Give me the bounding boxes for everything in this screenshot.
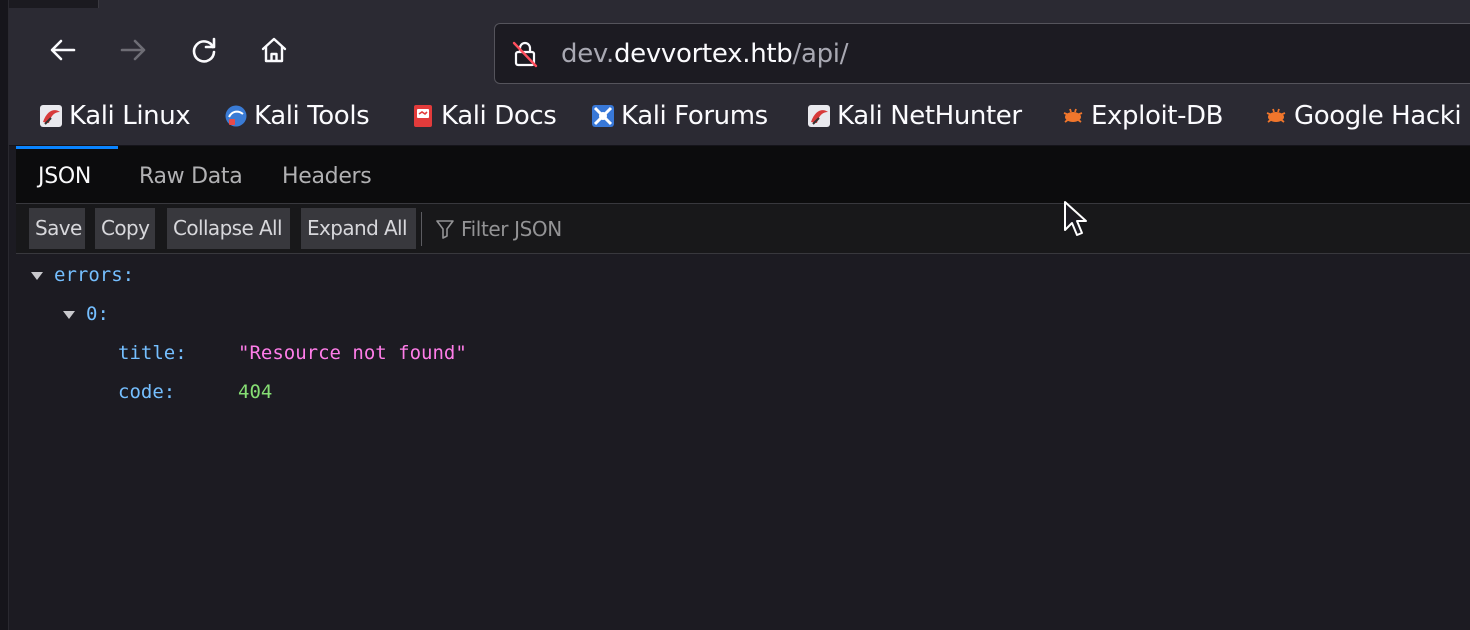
url-text: dev.devvortex.htb/api/ — [561, 39, 848, 69]
expand-all-button[interactable]: Expand All — [301, 208, 416, 249]
mouse-cursor-icon — [1064, 201, 1087, 236]
kali-forums-icon — [592, 105, 614, 127]
url-host: devvortex.htb — [613, 39, 793, 69]
bookmark-kali-docs[interactable]: Kali Docs — [411, 100, 557, 132]
bookmark-label: Kali Linux — [69, 101, 191, 131]
bookmark-kali-forums[interactable]: Kali Forums — [591, 100, 768, 132]
json-value-title: "Resource not found" — [238, 342, 467, 364]
expanded-triangle-icon[interactable] — [30, 271, 44, 281]
tab-headers[interactable]: Headers — [282, 146, 372, 204]
url-path: /api/ — [792, 39, 849, 69]
copy-button[interactable]: Copy — [95, 208, 155, 249]
kali-dragon-icon — [808, 105, 830, 127]
bookmark-label: Google Hacki — [1294, 101, 1462, 131]
json-viewer-tabs: JSON Raw Data Headers — [16, 146, 1470, 204]
collapse-all-button[interactable]: Collapse All — [167, 208, 290, 249]
bookmark-exploit-db[interactable]: Exploit-DB — [1061, 100, 1224, 132]
json-key-code: code: — [118, 381, 176, 403]
reload-icon — [192, 37, 216, 63]
kali-tools-icon — [225, 105, 247, 127]
filter-funnel-icon — [436, 220, 454, 239]
tab-json[interactable]: JSON — [38, 146, 91, 204]
insecure-lock-icon — [512, 41, 538, 68]
forward-button[interactable] — [118, 35, 148, 65]
filter-json-input[interactable]: Filter JSON — [436, 214, 562, 244]
active-tab-remnant[interactable] — [99, 0, 1470, 8]
window-edge — [0, 0, 8, 630]
back-button[interactable] — [48, 35, 78, 65]
expanded-triangle-icon[interactable] — [62, 310, 76, 320]
bookmark-label: Kali Docs — [441, 101, 557, 131]
filter-placeholder: Filter JSON — [461, 217, 562, 241]
json-tree: errors: 0: title: "Resource not found" c… — [16, 254, 1470, 630]
bookmark-label: Kali Tools — [254, 101, 370, 131]
json-key-index[interactable]: 0: — [86, 303, 109, 325]
forward-arrow-icon — [120, 39, 146, 61]
json-value-code: 404 — [238, 381, 273, 403]
reload-button[interactable] — [189, 35, 219, 65]
bookmark-label: Exploit-DB — [1091, 101, 1224, 131]
json-key-title: title: — [118, 342, 187, 364]
bookmark-google-hacking[interactable]: Google Hacki — [1264, 100, 1462, 132]
bookmark-kali-tools[interactable]: Kali Tools — [224, 100, 370, 132]
home-icon — [261, 37, 287, 63]
navigation-toolbar: dev.devvortex.htb/api/ — [9, 8, 1470, 90]
json-key-errors[interactable]: errors: — [54, 264, 134, 286]
exploit-db-bug-icon — [1266, 108, 1286, 123]
url-host-prefix: dev. — [561, 39, 614, 69]
bookmark-label: Kali Forums — [621, 101, 768, 131]
home-button[interactable] — [259, 35, 289, 65]
json-toolbar: Save Copy Collapse All Expand All Filter… — [16, 204, 1470, 254]
save-button[interactable]: Save — [29, 208, 85, 249]
kali-dragon-icon — [40, 105, 62, 127]
url-bar[interactable]: dev.devvortex.htb/api/ — [494, 23, 1470, 84]
bookmark-label: Kali NetHunter — [837, 101, 1022, 131]
tab-raw-data[interactable]: Raw Data — [139, 146, 243, 204]
bookmark-kali-linux[interactable]: Kali Linux — [39, 100, 191, 132]
kali-docs-icon — [414, 105, 432, 127]
back-arrow-icon — [50, 39, 76, 61]
toolbar-separator — [421, 212, 422, 246]
browser-window: dev.devvortex.htb/api/ Kali Linux Kali T… — [0, 0, 1470, 630]
bookmarks-toolbar: Kali Linux Kali Tools Kali Docs Kali For… — [9, 90, 1470, 146]
exploit-db-bug-icon — [1063, 108, 1083, 123]
bookmark-kali-nethunter[interactable]: Kali NetHunter — [807, 100, 1022, 132]
